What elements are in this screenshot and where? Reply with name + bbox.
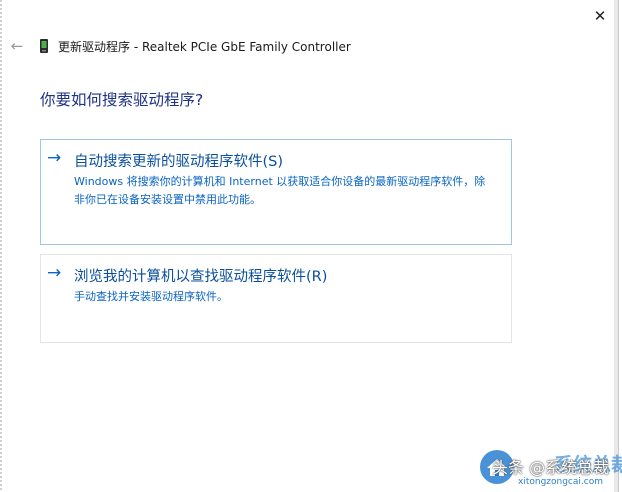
dialog-title: 更新驱动程序 - Realtek PCIe GbE Family Control…: [58, 40, 351, 54]
close-button[interactable]: ✕: [584, 2, 616, 30]
watermark-url: xitongzongcai.com: [518, 477, 603, 487]
arrow-right-icon: →: [47, 263, 62, 283]
option-title: 自动搜索更新的驱动程序软件(S): [74, 154, 284, 170]
back-arrow-icon: ←: [10, 37, 24, 55]
option-title: 浏览我的计算机以查找驱动程序软件(R): [74, 269, 328, 285]
network-adapter-icon: [40, 39, 48, 53]
option-description: 手动查找并安装驱动程序软件。: [74, 290, 228, 303]
watermark: 系统总裁 头条 @系统总裁 xitongzongcai.com: [472, 446, 622, 492]
back-button[interactable]: ←: [6, 36, 28, 56]
auto-search-option[interactable]: → 自动搜索更新的驱动程序软件(S) Windows 将搜索你的计算机和 Int…: [40, 139, 512, 245]
close-icon: ✕: [593, 7, 607, 25]
scrollbar-track: [614, 0, 618, 492]
window-edge: [0, 0, 2, 492]
watermark-text: 头条 @系统总裁: [492, 458, 610, 477]
page-heading: 你要如何搜索驱动程序?: [40, 91, 204, 109]
browse-computer-option[interactable]: → 浏览我的计算机以查找驱动程序软件(R) 手动查找并安装驱动程序软件。: [40, 254, 512, 343]
option-description: Windows 将搜索你的计算机和 Internet 以获取适合你设备的最新驱动…: [74, 175, 486, 206]
update-driver-dialog: ✕ ← 更新驱动程序 - Realtek PCIe GbE Family Con…: [0, 0, 619, 492]
arrow-right-icon: →: [47, 148, 62, 168]
